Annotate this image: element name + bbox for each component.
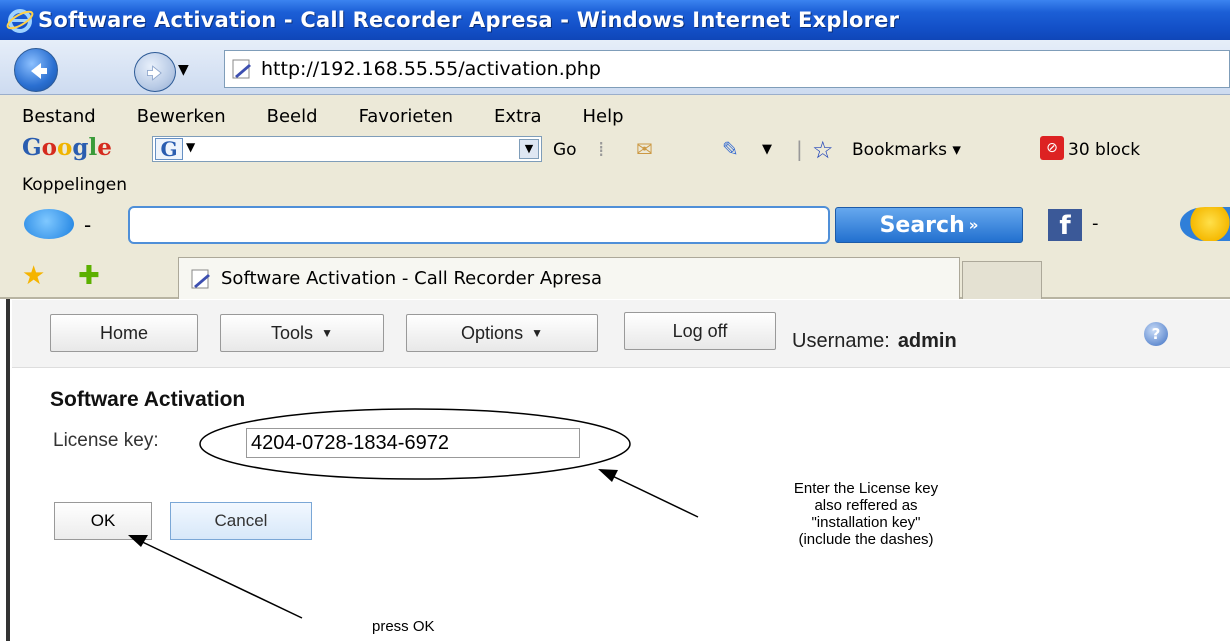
license-key-input[interactable] — [246, 428, 580, 458]
menu-item-beeld[interactable]: Beeld — [267, 106, 318, 127]
address-input[interactable]: http://192.168.55.55/activation.php — [224, 50, 1230, 88]
popup-blocker-icon[interactable]: ⊘ — [1040, 136, 1064, 160]
page-title: Software Activation — [50, 388, 246, 411]
chevron-down-icon[interactable]: ▼ — [762, 142, 772, 157]
username-value: admin — [897, 330, 957, 352]
app-navigation: Home Tools ▼ Options ▼ Log off Username: ad… — [12, 300, 1230, 368]
double-chevron-icon: » — [968, 216, 979, 234]
search-toolbar: - Search» f - — [0, 199, 1230, 251]
ok-annotation: press OK — [372, 618, 435, 635]
options-menu-button[interactable]: Options ▼ — [406, 314, 598, 352]
menu-item-extra[interactable]: Extra — [494, 106, 542, 127]
new-tab-button[interactable] — [962, 261, 1042, 299]
page-icon — [191, 269, 210, 288]
toolbar-search-button[interactable]: Search» — [835, 207, 1023, 243]
menu-bar: Bestand Bewerken Beeld Favorieten Extra … — [0, 95, 1230, 131]
license-key-annotation: Enter the License key also reffered as "… — [793, 480, 939, 548]
facebook-icon[interactable]: f — [1048, 209, 1082, 241]
home-button[interactable]: Home — [50, 314, 198, 352]
google-go-button[interactable]: Go — [553, 140, 577, 160]
menu-item-bewerken[interactable]: Bewerken — [137, 106, 226, 127]
tab-title: Software Activation - Call Recorder Apre… — [221, 268, 603, 289]
back-arrow-icon — [31, 63, 47, 79]
forward-arrow-icon — [147, 65, 162, 81]
smiley-icon[interactable] — [1180, 207, 1230, 241]
chat-bubble-icon[interactable] — [24, 209, 74, 239]
google-toolbar: Google G ▼ ▼ Go ⁞ ✉ ✎ ▼ | ☆ Bookmarks ▾ … — [0, 131, 1230, 167]
address-url: http://192.168.55.55/activation.php — [261, 58, 601, 80]
links-label[interactable]: Koppelingen — [22, 175, 127, 195]
username-display: Username: admin — [792, 330, 957, 352]
google-search-input[interactable]: G ▼ ▼ — [152, 136, 542, 162]
tools-menu-button[interactable]: Tools ▼ — [220, 314, 384, 352]
menu-item-favorieten[interactable]: Favorieten — [359, 106, 453, 127]
favorites-star-icon[interactable]: ★ — [22, 261, 45, 291]
separator-icon: ⁞ — [598, 137, 605, 161]
chevron-down-icon: ▼ — [186, 140, 196, 154]
forward-button[interactable] — [134, 52, 176, 92]
popup-blocked-count[interactable]: 30 block — [1068, 140, 1140, 160]
chevron-down-icon[interactable]: - — [84, 213, 91, 237]
back-button[interactable] — [14, 48, 58, 92]
chevron-down-icon[interactable]: - — [1092, 213, 1099, 234]
page-icon — [232, 59, 251, 79]
google-dropdown-button[interactable]: ▼ — [519, 139, 539, 159]
separator-icon: | — [796, 137, 803, 161]
links-bar: Koppelingen — [0, 167, 1230, 199]
window-border — [6, 299, 10, 641]
internet-explorer-icon — [6, 9, 34, 33]
settings-icon[interactable]: ✎ — [722, 137, 739, 161]
window-titlebar: Software Activation - Call Recorder Apre… — [0, 0, 1230, 40]
google-logo[interactable]: Google — [22, 134, 112, 161]
chevron-down-icon: ▼ — [531, 326, 543, 340]
add-favorite-icon[interactable]: ✚ — [78, 261, 100, 291]
window-title: Software Activation - Call Recorder Apre… — [38, 8, 900, 32]
bookmark-star-icon[interactable]: ☆ — [812, 136, 834, 164]
ok-button[interactable]: OK — [54, 502, 152, 540]
cancel-button[interactable]: Cancel — [170, 502, 312, 540]
logoff-button[interactable]: Log off — [624, 312, 776, 350]
license-key-label: License key: — [53, 430, 159, 451]
google-g-icon: G — [155, 138, 183, 160]
pagerank-icon[interactable]: ✉ — [636, 137, 653, 161]
tab-bar: ★ ✚ Software Activation - Call Recorder … — [0, 251, 1230, 299]
address-toolbar: ▼ http://192.168.55.55/activation.php — [0, 40, 1230, 95]
menu-item-help[interactable]: Help — [583, 106, 624, 127]
history-dropdown-icon[interactable]: ▼ — [178, 62, 189, 78]
chevron-down-icon: ▼ — [321, 326, 333, 340]
toolbar-search-input[interactable] — [128, 206, 830, 244]
help-icon[interactable]: ? — [1144, 322, 1168, 346]
bookmarks-button[interactable]: Bookmarks ▾ — [852, 140, 961, 160]
tab-software-activation[interactable]: Software Activation - Call Recorder Apre… — [178, 257, 960, 299]
menu-item-bestand[interactable]: Bestand — [22, 106, 96, 127]
